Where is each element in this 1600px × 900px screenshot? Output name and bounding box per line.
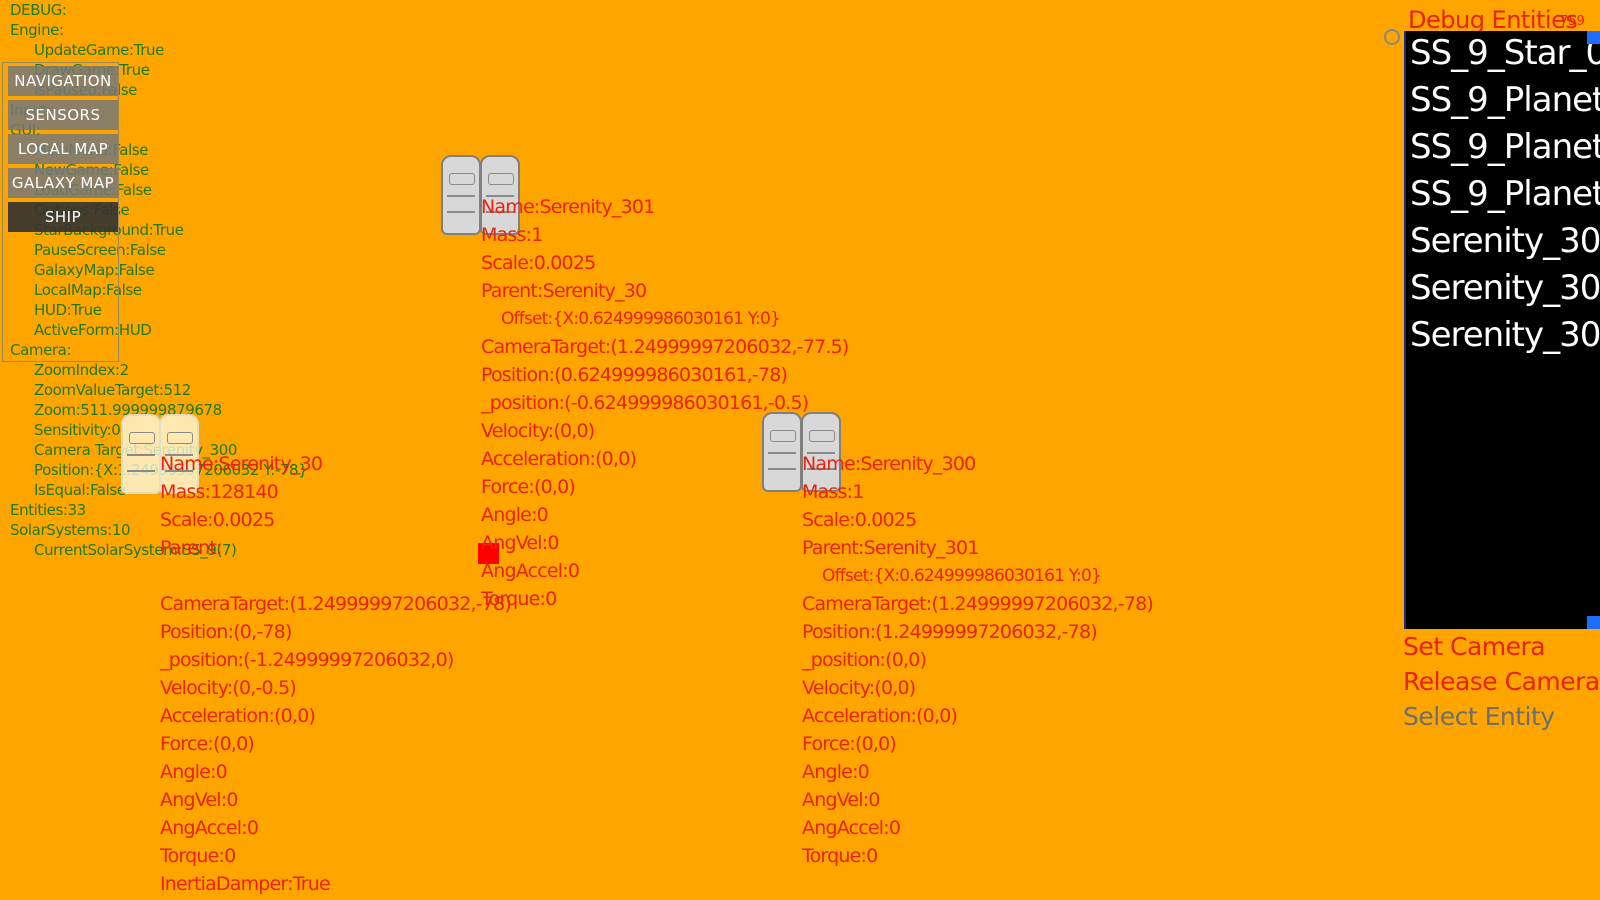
entity-field: Torque:0 [160,845,236,867]
entity-list[interactable]: SS_9_Star_0 SS_9_Planet_3 SS_9_Planet_2 … [1404,31,1600,629]
debug-entities-title: Debug Entities [1408,6,1578,34]
entity-field: Scale:0.0025 [802,509,917,531]
entity-field: AngVel:0 [160,789,238,811]
entity-list-item[interactable]: SS_9_Star_0 [1406,31,1600,78]
entity-field: Parent: [160,537,222,559]
local-map-button[interactable]: LOCAL MAP [8,134,118,164]
entity-field: Offset:{X:0.624999986030161 Y:0} [501,309,781,329]
entity-field: Parent:Serenity_30 [481,280,647,302]
entity-field: Acceleration:(0,0) [160,705,316,727]
set-camera-button[interactable]: Set Camera [1403,632,1546,661]
entity-field: AngVel:0 [802,789,880,811]
entity-field: CameraTarget:(1.24999997206032,-78) [802,593,1154,615]
ship-sprite-serenity-301[interactable] [441,155,481,235]
entity-field: Position:(1.24999997206032,-78) [802,621,1098,643]
debug-line: ZoomValueTarget:512 [34,381,191,399]
debug-line: UpdateGame:True [34,41,164,59]
entity-field: Velocity:(0,0) [481,420,595,442]
entity-field: CameraTarget:(1.24999997206032,-78) [160,593,512,615]
nav-panel: NAVIGATION SENSORS LOCAL MAP GALAXY MAP … [2,62,119,362]
debug-line: DEBUG: [10,1,67,19]
game-viewport[interactable]: DEBUG:Engine:UpdateGame:TrueDrawGame:Tru… [0,0,1600,900]
entity-field: Velocity:(0,0) [802,677,916,699]
entity-field: AngAccel:0 [160,817,259,839]
entity-field: Force:(0,0) [481,476,576,498]
entity-field: Position:(0.624999986030161,-78) [481,364,788,386]
entity-field: Mass:1 [481,224,543,246]
entity-field: Angle:0 [160,761,228,783]
entity-field [160,562,511,590]
entity-field: _position:(-0.624999986030161,-0.5) [481,392,809,414]
select-entity-button[interactable]: Select Entity [1403,702,1555,731]
entity-field: Angle:0 [802,761,870,783]
entity-field: Offset:{X:0.624999986030161 Y:0} [822,566,1102,586]
entity-field: Angle:0 [481,504,549,526]
entity-count: 759 [1560,14,1585,29]
entity-field: Torque:0 [802,845,878,867]
entity-info-serenity-30: Name:Serenity_30 Mass:128140 Scale:0.0025 P… [160,450,512,898]
entity-info-serenity-300: Name:Serenity_300 Mass:1 Scale:0.0025 Paren… [802,450,1154,870]
entity-field: InertiaDamper:True [160,873,331,895]
entity-field: Mass:128140 [160,481,279,503]
entity-field: Mass:1 [802,481,864,503]
debug-line: Engine: [10,21,64,39]
entity-field: AngAccel:0 [802,817,901,839]
panel-circle-icon[interactable] [1384,29,1400,45]
entity-field: Name:Serenity_300 [802,453,976,475]
entity-field: CameraTarget:(1.24999997206032,-77.5) [481,336,849,358]
entity-list-item[interactable]: SS_9_Planet_2 [1406,125,1600,172]
ship-button[interactable]: SHIP [8,202,118,232]
sensors-button[interactable]: SENSORS [8,100,118,130]
entity-field: _position:(0,0) [802,649,927,671]
scroll-up-handle[interactable] [1587,31,1600,44]
entity-info-serenity-301: Name:Serenity_301 Mass:1 Scale:0.0025 Paren… [481,193,849,613]
release-camera-button[interactable]: Release Camera [1403,667,1600,696]
entity-field: Force:(0,0) [160,733,255,755]
entity-field: AngVel:0 [481,532,559,554]
entity-list-item[interactable]: SS_9_Planet_1 [1406,172,1600,219]
entity-list-item[interactable]: Serenity_300 [1406,266,1600,313]
entity-list-item[interactable]: Serenity_30 [1406,313,1600,360]
entity-field: AngAccel:0 [481,560,580,582]
scroll-down-handle[interactable] [1587,616,1600,629]
navigation-button[interactable]: NAVIGATION [8,66,118,96]
entity-field: Scale:0.0025 [481,252,596,274]
entity-field: Force:(0,0) [802,733,897,755]
entity-field: Scale:0.0025 [160,509,275,531]
entity-field: Name:Serenity_301 [481,196,655,218]
entity-field: Velocity:(0,-0.5) [160,677,297,699]
ship-sprite-serenity-30[interactable] [121,414,161,494]
entity-field: Name:Serenity_30 [160,453,323,475]
entity-field: _position:(-1.24999997206032,0) [160,649,454,671]
entity-list-item[interactable]: SS_9_Planet_3 [1406,78,1600,125]
entity-field: Position:(0,-78) [160,621,292,643]
entity-field: Torque:0 [481,588,557,610]
galaxy-map-button[interactable]: GALAXY MAP [8,168,118,198]
debug-line: ZoomIndex:2 [34,361,129,379]
entity-field: Acceleration:(0,0) [481,448,637,470]
entity-field: Parent:Serenity_301 [802,537,979,559]
entity-list-item[interactable]: Serenity_301 [1406,219,1600,266]
entity-field: Acceleration:(0,0) [802,705,958,727]
